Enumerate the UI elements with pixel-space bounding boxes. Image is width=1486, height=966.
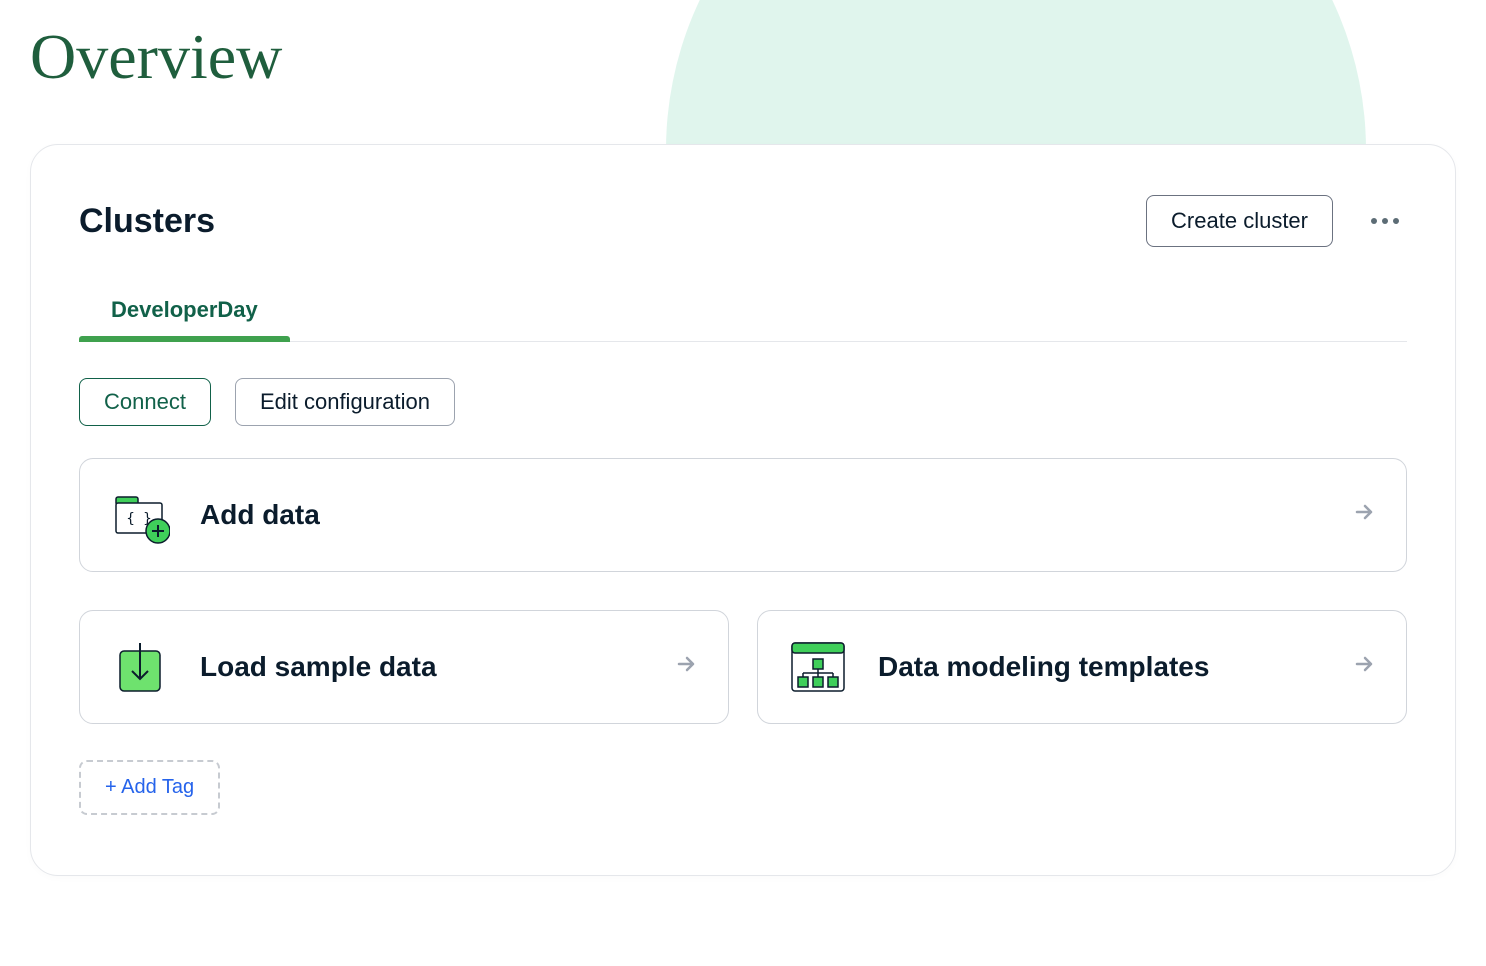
connect-button[interactable]: Connect: [79, 378, 211, 426]
add-data-tile[interactable]: { } Add data: [79, 458, 1407, 572]
card-header: Clusters Create cluster: [79, 195, 1407, 247]
arrow-right-icon: [674, 652, 698, 683]
edit-configuration-button[interactable]: Edit configuration: [235, 378, 455, 426]
cluster-tabs: DeveloperDay: [79, 297, 1407, 342]
arrow-right-icon: [1352, 652, 1376, 683]
arrow-right-icon: [1352, 500, 1376, 531]
clusters-title: Clusters: [79, 202, 215, 241]
more-options-icon[interactable]: [1363, 210, 1407, 232]
load-sample-data-tile[interactable]: Load sample data: [79, 610, 729, 724]
folder-plus-icon: { }: [110, 485, 170, 545]
page-title: Overview: [0, 0, 1486, 94]
create-cluster-button[interactable]: Create cluster: [1146, 195, 1333, 247]
load-sample-label: Load sample data: [200, 651, 437, 683]
tab-developerday[interactable]: DeveloperDay: [79, 297, 290, 341]
add-data-label: Add data: [200, 499, 320, 531]
header-actions: Create cluster: [1146, 195, 1407, 247]
add-tag-button[interactable]: + Add Tag: [79, 760, 220, 815]
clusters-card: Clusters Create cluster DeveloperDay Con…: [30, 144, 1456, 876]
download-icon: [110, 637, 170, 697]
diagram-icon: [788, 637, 848, 697]
data-modeling-label: Data modeling templates: [878, 651, 1209, 683]
data-modeling-templates-tile[interactable]: Data modeling templates: [757, 610, 1407, 724]
action-buttons: Connect Edit configuration: [79, 378, 1407, 426]
